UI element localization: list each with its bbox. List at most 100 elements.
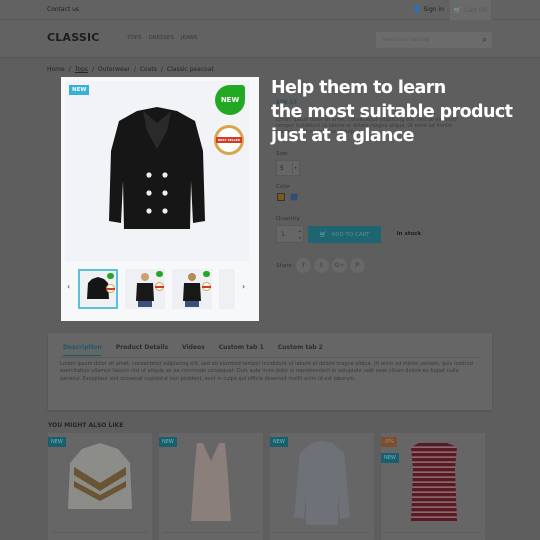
product-card[interactable]: NEW xyxy=(48,433,152,540)
share-bar: Share f t G+ P xyxy=(276,258,365,273)
main-nav: TOPS DRESSES JEANS xyxy=(127,35,197,41)
best-seller-mini-badge xyxy=(155,282,164,291)
search-input[interactable]: Search our catalog ⌕ xyxy=(376,32,492,48)
product-gallery: NEW NEW BEST SELLER ‹ › xyxy=(61,77,259,321)
breadcrumb-tops[interactable]: Tops xyxy=(75,66,88,73)
header: CLASSIC TOPS DRESSES JEANS Search our ca… xyxy=(0,20,540,58)
cart-icon: 🛒 xyxy=(319,231,327,238)
jacket-image xyxy=(68,443,132,509)
new-badge: NEW xyxy=(69,85,90,95)
tank-top-image xyxy=(191,443,231,521)
logo[interactable]: CLASSIC xyxy=(47,31,100,44)
check-icon: ✓ xyxy=(389,231,394,237)
product-card[interactable]: NEW xyxy=(270,433,374,540)
color-label: Color xyxy=(276,184,291,190)
product-main-image[interactable]: NEW NEW BEST SELLER xyxy=(65,81,249,261)
new-badge: NEW xyxy=(381,453,399,463)
breadcrumb: Home / Tops / Outerwear / Coats / Classic pe… xyxy=(47,66,214,73)
tab-description[interactable]: Description xyxy=(63,344,102,356)
breadcrumb-home[interactable]: Home xyxy=(47,66,65,73)
new-mini-badge xyxy=(203,271,210,277)
quantity-label: Quantity xyxy=(276,216,300,222)
color-swatch-brown[interactable] xyxy=(277,193,285,201)
decrement-icon[interactable]: ▾ xyxy=(299,235,301,240)
breadcrumb-coats[interactable]: Coats xyxy=(140,66,157,73)
card-divider xyxy=(163,532,259,533)
new-mini-badge xyxy=(156,271,163,277)
add-to-cart-button[interactable]: 🛒 ADD TO CART xyxy=(308,226,381,243)
contact-us-link[interactable]: Contact us xyxy=(47,6,79,13)
chevron-down-icon: ▾ xyxy=(292,162,298,174)
color-swatch-blue[interactable] xyxy=(290,193,298,201)
headline-line-3: just at a glance xyxy=(271,126,415,146)
quantity-stepper[interactable]: 1 ▴ ▾ xyxy=(276,225,304,243)
headline-line-2: the most suitable product xyxy=(271,102,513,122)
nav-item-dresses[interactable]: DRESSES xyxy=(149,35,174,41)
breadcrumb-outerwear[interactable]: Outerwear xyxy=(98,66,130,73)
tab-custom-2[interactable]: Custom tab 2 xyxy=(278,344,323,356)
chevron-left-icon[interactable]: ‹ xyxy=(67,282,70,291)
best-seller-label: BEST SELLER xyxy=(216,137,242,143)
size-select[interactable]: 5 ▾ xyxy=(276,160,300,176)
shirt-image xyxy=(294,441,350,525)
facebook-icon[interactable]: f xyxy=(295,258,311,273)
top-bar: Contact us 👤 Sign in 🛒 Cart (0) xyxy=(0,0,540,20)
pinterest-icon[interactable]: P xyxy=(349,258,365,273)
cart-icon: 🛒 xyxy=(453,6,462,14)
twitter-icon[interactable]: t xyxy=(313,258,329,273)
thumbnail-3[interactable] xyxy=(172,269,212,309)
cart-label: Cart (0) xyxy=(464,6,488,14)
best-seller-mini-badge xyxy=(202,282,211,291)
tab-content: Lorem ipsum dolor sit amet, consectetur … xyxy=(60,361,473,382)
add-to-cart-label: ADD TO CART xyxy=(331,231,370,238)
size-value: 5 xyxy=(280,165,284,172)
tab-product-details[interactable]: Product Details xyxy=(116,344,168,356)
best-seller-badge: BEST SELLER xyxy=(214,125,244,155)
chevron-right-icon[interactable]: › xyxy=(242,282,245,291)
tab-divider xyxy=(60,357,480,358)
card-divider xyxy=(52,532,148,533)
discount-badge: -5% xyxy=(381,437,397,447)
size-label: Size xyxy=(276,151,288,157)
product-tabs-panel: Description Product Details Videos Custo… xyxy=(48,333,492,410)
new-mini-badge xyxy=(107,273,114,279)
increment-icon[interactable]: ▴ xyxy=(299,228,301,233)
product-card-image xyxy=(385,433,481,531)
card-divider xyxy=(385,532,481,533)
cart-button[interactable]: 🛒 Cart (0) xyxy=(450,0,491,20)
google-plus-icon[interactable]: G+ xyxy=(331,258,347,273)
thumbnail-4[interactable] xyxy=(219,269,235,309)
stock-label: In stock xyxy=(396,231,422,237)
promo-headline: Help them to learn the most suitable pro… xyxy=(271,76,513,148)
search-icon[interactable]: ⌕ xyxy=(483,35,487,45)
nav-item-tops[interactable]: TOPS xyxy=(127,35,142,41)
new-badge: NEW xyxy=(159,437,177,447)
tab-custom-1[interactable]: Custom tab 1 xyxy=(219,344,264,356)
tab-bar: Description Product Details Videos Custo… xyxy=(63,344,323,356)
new-round-badge: NEW xyxy=(215,85,245,115)
nav-item-jeans[interactable]: JEANS xyxy=(181,35,197,41)
card-divider xyxy=(274,532,370,533)
sign-in-link[interactable]: 👤 Sign in xyxy=(413,6,444,13)
product-card[interactable]: -5% NEW xyxy=(381,433,485,540)
user-icon: 👤 xyxy=(413,6,421,13)
striped-top-image xyxy=(411,443,457,521)
new-badge: NEW xyxy=(48,437,66,447)
quantity-value: 1 xyxy=(281,231,285,238)
share-label: Share xyxy=(276,262,292,269)
tab-videos[interactable]: Videos xyxy=(182,344,205,356)
stock-status: ✓ In stock xyxy=(389,231,421,237)
related-products-title: YOU MIGHT ALSO LIKE xyxy=(48,422,124,429)
thumbnail-strip: ‹ › xyxy=(61,267,259,309)
search-placeholder: Search our catalog xyxy=(382,37,430,43)
headline-line-1: Help them to learn xyxy=(271,78,446,98)
product-card-image xyxy=(52,433,148,531)
new-badge: NEW xyxy=(270,437,288,447)
sign-in-label: Sign in xyxy=(423,6,444,13)
breadcrumb-current: Classic peacoat xyxy=(166,66,214,73)
product-card-image xyxy=(274,433,370,531)
thumbnail-1[interactable] xyxy=(78,269,118,309)
thumbnail-2[interactable] xyxy=(125,269,165,309)
product-card-image xyxy=(163,433,259,531)
product-card[interactable]: NEW xyxy=(159,433,263,540)
